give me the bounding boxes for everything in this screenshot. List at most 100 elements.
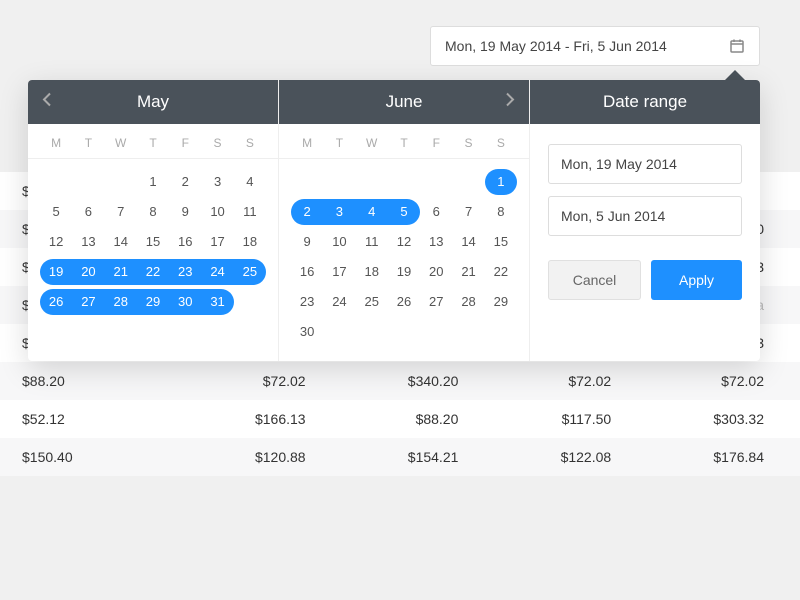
calendar-day[interactable]: 22 (485, 259, 517, 285)
calendar-day[interactable]: 6 (72, 199, 104, 225)
calendar-day[interactable]: 1 (485, 169, 517, 195)
table-row: $150.40$120.88$154.21$122.08$176.84 (0, 438, 800, 476)
calendar-day[interactable]: 7 (452, 199, 484, 225)
calendar-left: May MTWTFSS 1234567891011121314151617181… (28, 80, 279, 361)
calendar-day[interactable]: 25 (356, 289, 388, 315)
month-header-right: June (279, 80, 529, 124)
weekday-label: T (137, 132, 169, 154)
weekday-label: M (40, 132, 72, 154)
calendar-day[interactable]: 28 (105, 289, 137, 315)
calendar-day[interactable]: 21 (452, 259, 484, 285)
calendar-day[interactable]: 5 (388, 199, 420, 225)
calendar-day[interactable]: 28 (452, 289, 484, 315)
range-to-input[interactable] (548, 196, 742, 236)
calendar-day[interactable]: 22 (137, 259, 169, 285)
calendar-day[interactable]: 30 (291, 319, 323, 345)
calendar-day[interactable]: 21 (105, 259, 137, 285)
calendar-day[interactable]: 10 (323, 229, 355, 255)
range-title: Date range (603, 92, 687, 112)
table-cell: $52.12 (18, 411, 171, 427)
calendar-day[interactable]: 15 (137, 229, 169, 255)
calendar-day[interactable]: 27 (420, 289, 452, 315)
calendar-day[interactable]: 27 (72, 289, 104, 315)
calendar-day[interactable]: 12 (40, 229, 72, 255)
range-header: Date range (530, 80, 760, 124)
calendar-day[interactable]: 29 (137, 289, 169, 315)
calendar-day[interactable]: 9 (169, 199, 201, 225)
calendar-day[interactable]: 16 (291, 259, 323, 285)
calendar-day[interactable]: 25 (234, 259, 266, 285)
calendar-day[interactable]: 7 (105, 199, 137, 225)
calendar-day[interactable]: 18 (356, 259, 388, 285)
range-from-input[interactable] (548, 144, 742, 184)
calendar-day[interactable]: 20 (420, 259, 452, 285)
calendar-day[interactable]: 14 (452, 229, 484, 255)
range-panel: Date range Cancel Apply (530, 80, 760, 361)
prev-month-button[interactable] (36, 86, 58, 119)
calendar-day[interactable]: 20 (72, 259, 104, 285)
calendar-day[interactable]: 18 (234, 229, 266, 255)
month-header-left: May (28, 80, 278, 124)
calendar-day[interactable]: 31 (201, 289, 233, 315)
calendar-day[interactable]: 23 (291, 289, 323, 315)
weekday-label: S (452, 132, 484, 154)
calendar-day[interactable]: 26 (40, 289, 72, 315)
calendar-day[interactable]: 29 (485, 289, 517, 315)
table-cell: $176.84 (629, 449, 782, 465)
table-cell: $72.02 (476, 373, 629, 389)
calendar-day[interactable]: 17 (201, 229, 233, 255)
calendar-right: June MTWTFSS 123456789101112131415161718… (279, 80, 530, 361)
date-range-trigger[interactable]: Mon, 19 May 2014 - Fri, 5 Jun 2014 (430, 26, 760, 66)
calendar-day[interactable]: 24 (323, 289, 355, 315)
weekday-label: W (356, 132, 388, 154)
weekday-label: F (420, 132, 452, 154)
calendar-day[interactable]: 11 (356, 229, 388, 255)
calendar-day[interactable]: 13 (420, 229, 452, 255)
table-cell: $117.50 (476, 411, 629, 427)
table-row: $88.20$72.02$340.20$72.02$72.02 (0, 362, 800, 400)
calendar-day[interactable]: 9 (291, 229, 323, 255)
weekday-label: T (72, 132, 104, 154)
calendar-day[interactable]: 8 (137, 199, 169, 225)
calendar-day[interactable]: 4 (356, 199, 388, 225)
calendar-day[interactable]: 2 (169, 169, 201, 195)
table-cell: $154.21 (324, 449, 477, 465)
weekday-label: F (169, 132, 201, 154)
cancel-button[interactable]: Cancel (548, 260, 641, 300)
calendar-day[interactable]: 23 (169, 259, 201, 285)
weekday-label: T (388, 132, 420, 154)
calendar-day[interactable]: 13 (72, 229, 104, 255)
calendar-day[interactable]: 6 (420, 199, 452, 225)
weekday-label: T (323, 132, 355, 154)
calendar-day[interactable]: 8 (485, 199, 517, 225)
apply-button[interactable]: Apply (651, 260, 742, 300)
calendar-day[interactable]: 17 (323, 259, 355, 285)
calendar-day[interactable]: 10 (201, 199, 233, 225)
calendar-day[interactable]: 16 (169, 229, 201, 255)
calendar-day[interactable]: 26 (388, 289, 420, 315)
calendar-day[interactable]: 2 (291, 199, 323, 225)
days-grid-right: 1234567891011121314151617181920212223242… (279, 159, 529, 361)
calendar-day[interactable]: 24 (201, 259, 233, 285)
days-grid-left: 1234567891011121314151617181920212223242… (28, 159, 278, 331)
calendar-day[interactable]: 5 (40, 199, 72, 225)
calendar-day[interactable]: 4 (234, 169, 266, 195)
calendar-day[interactable]: 30 (169, 289, 201, 315)
calendar-day[interactable]: 3 (201, 169, 233, 195)
calendar-day[interactable]: 14 (105, 229, 137, 255)
weekday-label: M (291, 132, 323, 154)
calendar-day[interactable]: 11 (234, 199, 266, 225)
calendar-day[interactable]: 3 (323, 199, 355, 225)
calendar-day[interactable]: 1 (137, 169, 169, 195)
calendar-day[interactable]: 19 (40, 259, 72, 285)
calendar-day[interactable]: 12 (388, 229, 420, 255)
table-cell: $150.40 (18, 449, 171, 465)
weekday-label: S (234, 132, 266, 154)
date-range-popover: May MTWTFSS 1234567891011121314151617181… (28, 80, 760, 361)
table-cell: $340.20 (324, 373, 477, 389)
table-cell: $72.02 (629, 373, 782, 389)
next-month-button[interactable] (499, 86, 521, 119)
calendar-day[interactable]: 19 (388, 259, 420, 285)
calendar-day[interactable]: 15 (485, 229, 517, 255)
weekday-row-left: MTWTFSS (28, 124, 278, 159)
